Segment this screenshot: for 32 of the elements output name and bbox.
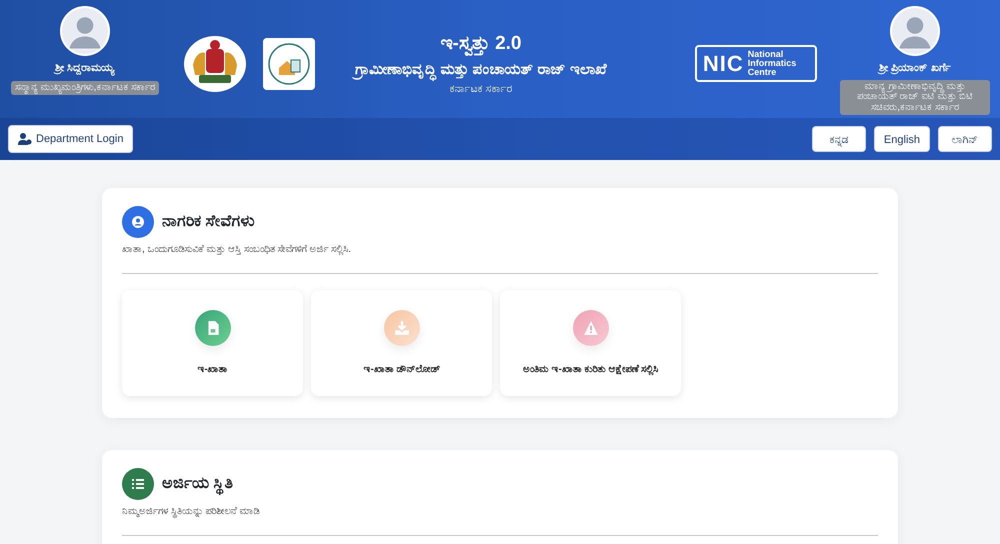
service-label: ಇ-ಖಾತಾ ಡೌನ್‌ಲೋಡ್: [363, 362, 440, 376]
service-card[interactable]: ಅಂತಿಮ ಇ-ಖಾತಾ ಕುರಿತು ಆಕ್ಷೇಪಣೆ ಸಲ್ಲಿಸಿ: [500, 290, 681, 396]
document-icon: [194, 310, 230, 346]
eswathu-logo-icon: [263, 38, 316, 90]
download-icon: [384, 310, 420, 346]
section-title: ಅರ್ಜಿಯ ಸ್ಥಿತಿ: [162, 472, 232, 496]
person-name: ಶ್ರೀ ಪ್ರಿಯಾಂಕ್ ಖರ್ಗೆ: [876, 61, 952, 76]
government-name: ಕರ್ನಾಟಕ ಸರ್ಕಾರ: [448, 82, 514, 97]
state-emblem-icon: [183, 34, 248, 93]
service-label: ಇ-ಖಾತಾ: [197, 362, 228, 376]
section-title: ನಾಗರಿಕ ಸೇವೆಗಳು: [162, 212, 254, 232]
avatar-placeholder: [890, 6, 940, 56]
person-designation: ಮಾನ್ಯ ಗ್ರಾಮೀಣಾಭಿವೃದ್ಧಿ ಮತ್ತು ಪಂಚಾಯತ್ ರಾಜ್ ಐಟಿ ಮತ್ತು ಬಿಟಿ ಸಚಿವರು,ಕರ್ನಾಟಕ ಸರ್ಕಾರ: [840, 80, 990, 115]
service-label: ಅಂತಿಮ ಇ-ಖಾತಾ ಕುರಿತು ಆಕ್ಷೇಪಣೆ ಸಲ್ಲಿಸಿ: [522, 362, 658, 376]
person-name: ಶ್ರೀ ಸಿದ್ದರಾಮಯ್ಯ: [52, 61, 116, 76]
user-cog-icon: [18, 133, 32, 145]
section-subtitle: ಖಾತಾ, ಒಂದುಗೂಡಿಸುವಿಕೆ ಮತ್ತು ಆಸ್ತಿ ಸಂಬಂಧಿತ ಸೇವೆಗಳಿಗೆ ಅರ್ಜಿ ಸಲ್ಲಿಸಿ.: [122, 243, 352, 257]
language-button[interactable]: English: [874, 126, 930, 152]
section-subtitle: ನಿಮ್ಮಅರ್ಜಿಗಳ ಸ್ಥಿತಿಯನ್ನು ಪರಿಶೀಲನೆ ಮಾಡಿ: [122, 505, 260, 519]
warning-icon: [572, 310, 608, 346]
avatar-placeholder: [60, 6, 110, 56]
login-button[interactable]: ಲಾಗಿನ್: [938, 126, 992, 152]
user-circle-icon: [122, 206, 154, 238]
nic-mark: NIC: [702, 52, 744, 75]
language-button[interactable]: ಕನ್ನಡ: [812, 126, 866, 152]
person-designation: ಸನ್ಮಾನ್ಯ ಮುಖ್ಯಮಂತ್ರಿಗಳು,ಕರ್ನಾಟಕ ಸರ್ಕಾರ: [10, 80, 160, 95]
service-card[interactable]: ಇ-ಖಾತಾ: [122, 290, 303, 396]
department-login-button[interactable]: Department Login: [8, 124, 134, 154]
checklist-icon: [122, 468, 154, 500]
site-title: ಇ-ಸ್ವತ್ತು 2.0: [439, 32, 522, 58]
service-card[interactable]: ಇ-ಖಾತಾ ಡೌನ್‌ಲೋಡ್: [311, 290, 492, 396]
nic-name: National Informatics Centre: [748, 50, 798, 78]
